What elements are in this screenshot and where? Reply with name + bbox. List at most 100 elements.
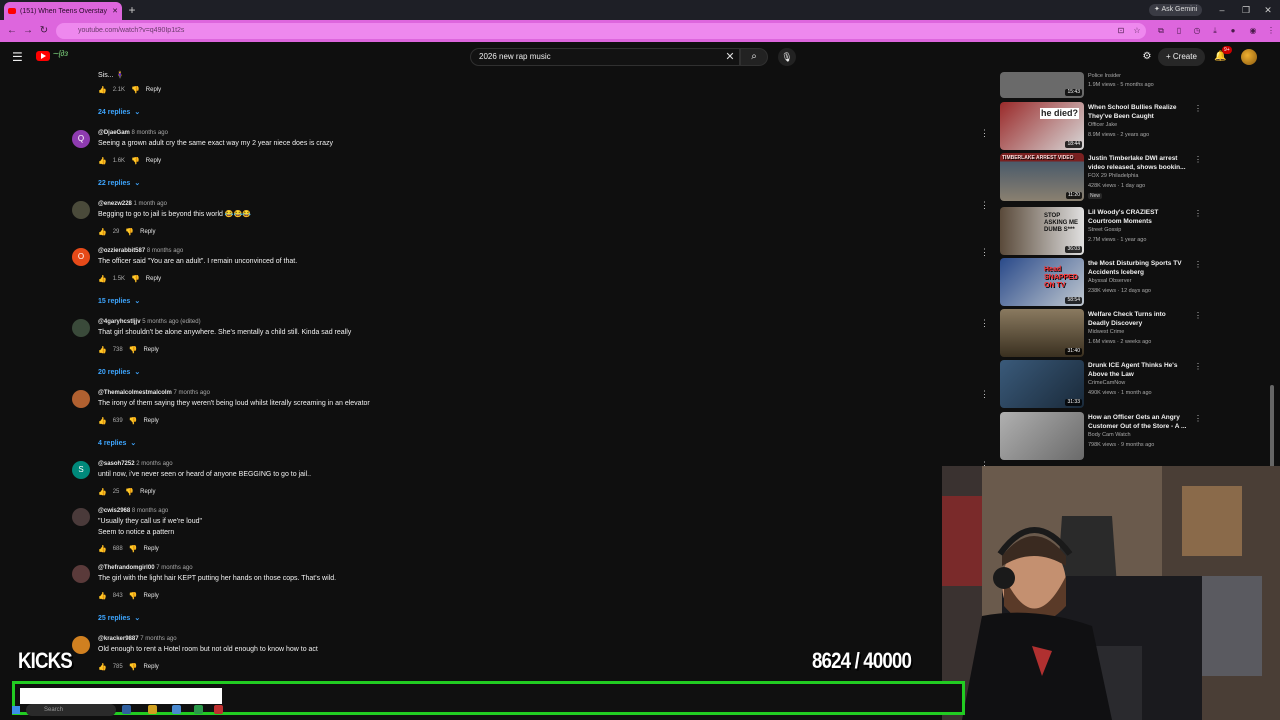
recommendation-item[interactable]: STOP ASKING ME DUMB S*** 36:03 Lil Woody'…: [1000, 207, 1205, 255]
recommendation-item[interactable]: 15:43 Police Insider 1.9M views · 5 mont…: [1000, 72, 1205, 98]
create-button[interactable]: + Create: [1158, 48, 1205, 66]
video-thumbnail[interactable]: 31:33: [1000, 360, 1084, 408]
address-bar[interactable]: youtube.com/watch?v=q490Ip1t2s: [56, 23, 1146, 39]
video-menu-icon[interactable]: ⋮: [1194, 260, 1202, 269]
comment-time[interactable]: 8 months ago: [147, 248, 183, 254]
comment-author[interactable]: @enezw228: [98, 201, 132, 207]
video-thumbnail[interactable]: [1000, 412, 1084, 460]
comment-time[interactable]: 5 months ago (edited): [142, 319, 200, 325]
dislike-icon[interactable]: 👎: [129, 545, 138, 553]
channel-name[interactable]: FOX 29 Philadelphia: [1088, 173, 1138, 179]
like-icon[interactable]: 👍: [98, 417, 107, 425]
replies-toggle[interactable]: 25 replies ⌄: [98, 614, 140, 622]
replies-toggle[interactable]: 15 replies ⌄: [98, 297, 140, 305]
profile-avatar-icon[interactable]: ◉: [1248, 26, 1258, 36]
recommendation-item[interactable]: How an Officer Gets an Angry Customer Ou…: [1000, 412, 1205, 460]
reply-button[interactable]: Reply: [140, 489, 155, 495]
taskbar-app-icon[interactable]: [194, 705, 203, 714]
avatar[interactable]: S: [72, 461, 90, 479]
download-icon[interactable]: ⤓: [1210, 26, 1220, 36]
profile-icon[interactable]: ●: [1228, 26, 1238, 36]
comment-time[interactable]: 8 months ago: [132, 508, 168, 514]
replies-toggle[interactable]: 4 replies ⌄: [98, 439, 136, 447]
comment-time[interactable]: 2 months ago: [136, 461, 172, 467]
dislike-icon[interactable]: 👎: [129, 663, 138, 671]
channel-name[interactable]: Police Insider: [1088, 73, 1121, 79]
dislike-icon[interactable]: 👎: [129, 592, 138, 600]
dislike-icon[interactable]: 👎: [129, 346, 138, 354]
video-menu-icon[interactable]: ⋮: [1194, 414, 1202, 423]
reply-button[interactable]: Reply: [143, 418, 158, 424]
dislike-icon[interactable]: 👎: [125, 488, 134, 496]
comment-time[interactable]: 8 months ago: [132, 130, 168, 136]
windows-start-icon[interactable]: [12, 706, 20, 714]
reply-button[interactable]: Reply: [146, 276, 161, 282]
like-icon[interactable]: 👍: [98, 488, 107, 496]
avatar[interactable]: [72, 565, 90, 583]
video-title[interactable]: the Most Disturbing Sports TV Accidents …: [1088, 259, 1188, 277]
replies-toggle[interactable]: 24 replies ⌄: [98, 108, 140, 116]
reload-icon[interactable]: ↻: [38, 25, 50, 37]
dislike-icon[interactable]: 👎: [129, 417, 138, 425]
close-icon[interactable]: ✕: [1262, 4, 1274, 16]
dislike-icon[interactable]: 👎: [131, 86, 140, 94]
avatar[interactable]: [72, 201, 90, 219]
tab-close-icon[interactable]: ✕: [112, 7, 118, 15]
like-icon[interactable]: 👍: [98, 346, 107, 354]
video-thumbnail[interactable]: 31:40: [1000, 309, 1084, 357]
recommendation-item[interactable]: Head SNAPPED ON TV 58:54 the Most Disturb…: [1000, 258, 1205, 306]
comment-author[interactable]: @Thefrandomgirl00: [98, 565, 155, 571]
clear-search-icon[interactable]: ✕: [724, 51, 736, 63]
extensions-icon[interactable]: ⧉: [1156, 26, 1166, 36]
like-icon[interactable]: 👍: [98, 275, 107, 283]
youtube-logo[interactable]: [36, 51, 50, 61]
like-icon[interactable]: 👍: [98, 663, 107, 671]
video-title[interactable]: How an Officer Gets an Angry Customer Ou…: [1088, 413, 1188, 431]
taskbar-search[interactable]: Search: [26, 704, 116, 716]
cast-icon[interactable]: ⚙: [1141, 51, 1153, 63]
video-menu-icon[interactable]: ⋮: [1194, 311, 1202, 320]
bookmark-star-icon[interactable]: ☆: [1132, 26, 1142, 36]
avatar[interactable]: [72, 508, 90, 526]
comment-menu-icon[interactable]: ⋮: [980, 128, 989, 138]
comment-menu-icon[interactable]: ⋮: [980, 318, 989, 328]
forward-icon[interactable]: →: [22, 25, 34, 37]
ask-gemini-button[interactable]: ✦ Ask Gemini: [1149, 4, 1203, 16]
avatar[interactable]: [72, 319, 90, 337]
youtube-doodle-logo[interactable]: ∼ɭ∂ɜ: [52, 49, 82, 63]
comment-author[interactable]: @kracker9887: [98, 636, 139, 642]
dislike-icon[interactable]: 👎: [125, 228, 134, 236]
comment-author[interactable]: @cwis2968: [98, 508, 130, 514]
video-thumbnail[interactable]: he died? 18:44: [1000, 102, 1084, 150]
reply-button[interactable]: Reply: [143, 593, 158, 599]
video-thumbnail[interactable]: 15:43: [1000, 72, 1084, 98]
history-icon[interactable]: ◷: [1192, 26, 1202, 36]
comment-time[interactable]: 1 month ago: [134, 201, 167, 207]
dislike-icon[interactable]: 👎: [131, 275, 140, 283]
restore-icon[interactable]: ❐: [1240, 4, 1252, 16]
reply-button[interactable]: Reply: [143, 347, 158, 353]
channel-name[interactable]: Street Gossip: [1088, 227, 1121, 233]
taskbar-app-icon[interactable]: [172, 705, 181, 714]
new-tab-button[interactable]: +: [126, 4, 138, 16]
browser-tab[interactable]: (151) When Teens Overstay The... ✕: [4, 2, 122, 20]
recommendation-item[interactable]: TIMBERLAKE ARREST VIDEO 11:20 Justin Timb…: [1000, 153, 1205, 201]
video-title[interactable]: Drunk ICE Agent Thinks He's Above the La…: [1088, 361, 1188, 379]
taskbar-app-icon[interactable]: [122, 705, 131, 714]
comment-time[interactable]: 7 months ago: [156, 565, 192, 571]
video-title[interactable]: Lil Woody's CRAZIEST Courtroom Moments: [1088, 208, 1188, 226]
comment-author[interactable]: @4garyhcstljjv: [98, 319, 141, 325]
channel-name[interactable]: Body Cam Watch: [1088, 432, 1131, 438]
comment-menu-icon[interactable]: ⋮: [980, 200, 989, 210]
reply-button[interactable]: Reply: [146, 87, 161, 93]
comment-menu-icon[interactable]: ⋮: [980, 389, 989, 399]
reply-button[interactable]: Reply: [140, 229, 155, 235]
hamburger-menu-icon[interactable]: ☰: [12, 51, 24, 63]
like-icon[interactable]: 👍: [98, 545, 107, 553]
recommendation-item[interactable]: 31:40 Welfare Check Turns into Deadly Di…: [1000, 309, 1205, 357]
recommendation-item[interactable]: he died? 18:44 When School Bullies Realiz…: [1000, 102, 1205, 150]
reply-button[interactable]: Reply: [146, 158, 161, 164]
comment-menu-icon[interactable]: ⋮: [980, 247, 989, 257]
comment-author[interactable]: @Themalcolmestmalcolm: [98, 390, 172, 396]
video-menu-icon[interactable]: ⋮: [1194, 209, 1202, 218]
